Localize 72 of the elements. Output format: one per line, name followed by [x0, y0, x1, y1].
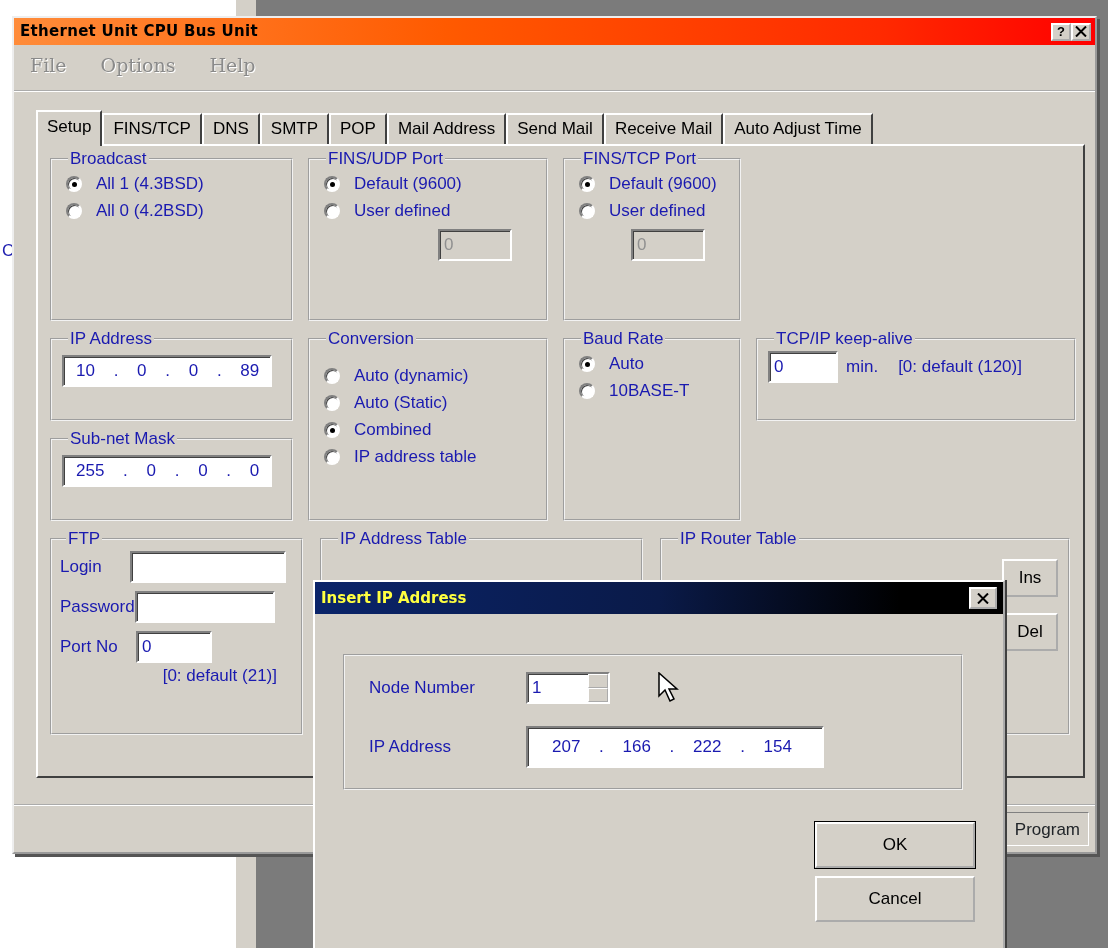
close-button[interactable] — [969, 587, 997, 609]
tab[interactable]: Receive Mail — [603, 112, 724, 144]
input-field[interactable]: 0 — [768, 350, 838, 383]
ip-address-field[interactable]: 10 . 0 . 0 . 89 — [62, 354, 272, 387]
mouse-pointer-icon — [658, 672, 680, 704]
radio-label: Combined — [354, 419, 432, 442]
tab[interactable]: DNS — [201, 112, 260, 144]
group-label: Broadcast — [69, 148, 148, 169]
group-label: FINS/UDP Port — [327, 148, 444, 169]
hint-text: [0: default (120)] — [898, 355, 1022, 378]
input-field[interactable]: 0 — [136, 630, 212, 663]
radio-button[interactable] — [579, 356, 595, 372]
group-label: FTP — [67, 528, 102, 549]
ip-address-field[interactable]: 255 . 0 . 0 . 0 — [62, 454, 272, 487]
radio-button[interactable] — [324, 422, 340, 438]
tab[interactable]: FINS/TCP — [102, 112, 202, 144]
group-label: IP Router Table — [679, 528, 798, 549]
hint-text: [0: default (21)] — [161, 664, 278, 687]
spinner-arrows-icon — [588, 674, 608, 702]
radio-button[interactable] — [324, 203, 340, 219]
field-label: IP Address — [369, 736, 452, 759]
radio-label: Auto (dynamic) — [354, 365, 469, 388]
radio-button[interactable] — [579, 383, 595, 399]
tab[interactable]: Mail Address — [386, 112, 507, 144]
group-label: Conversion — [327, 328, 415, 349]
table-button[interactable]: Ins — [1002, 558, 1058, 597]
radio-button[interactable] — [324, 368, 340, 384]
tab[interactable]: Auto Adjust Time — [723, 112, 873, 144]
field-label: Port No — [60, 635, 119, 658]
radio-label: All 1 (4.3BSD) — [96, 173, 204, 196]
tab[interactable]: Send Mail — [506, 112, 604, 144]
field-label: Login — [60, 555, 103, 578]
group-label: FINS/TCP Port — [582, 148, 698, 169]
group-label: IP Address Table — [339, 528, 468, 549]
dialog-button[interactable]: Cancel — [815, 876, 975, 922]
input-field[interactable] — [130, 550, 286, 583]
radio-label: All 0 (4.2BSD) — [96, 200, 204, 223]
window-title: Ethernet Unit CPU Bus Unit — [20, 21, 258, 43]
password-field[interactable] — [134, 590, 275, 623]
radio-label: Default (9600) — [354, 173, 462, 196]
close-icon — [977, 592, 989, 604]
spinner-field[interactable]: 1 — [526, 672, 610, 704]
radio-button[interactable] — [66, 176, 82, 192]
radio-button[interactable] — [66, 203, 82, 219]
tab[interactable]: Setup — [36, 109, 103, 146]
radio-button[interactable] — [324, 176, 340, 192]
close-icon — [1075, 26, 1087, 37]
unit-label: min. — [846, 355, 879, 378]
help-button[interactable]: ? — [1051, 22, 1071, 41]
group-label: IP Address — [69, 328, 153, 349]
radio-label: IP address table — [354, 446, 477, 469]
field-label: Node Number — [369, 677, 476, 700]
dialog-button[interactable]: OK — [815, 822, 975, 868]
tab[interactable]: SMTP — [259, 112, 330, 144]
dialog-title: Insert IP Address — [321, 587, 467, 609]
radio-button[interactable] — [324, 449, 340, 465]
radio-button[interactable] — [579, 203, 595, 219]
tab[interactable]: POP — [329, 112, 387, 144]
radio-label: User defined — [609, 200, 706, 223]
radio-label: Auto (Static) — [354, 392, 448, 415]
group-label: Sub-net Mask — [69, 428, 176, 449]
radio-button[interactable] — [324, 395, 340, 411]
group-label: TCP/IP keep-alive — [775, 328, 914, 349]
ip-address-field[interactable]: 207 . 166 . 222 . 154 — [526, 726, 824, 768]
group-label: Baud Rate — [582, 328, 665, 349]
radio-label: Default (9600) — [609, 173, 717, 196]
radio-label: Auto — [609, 353, 644, 376]
radio-label: User defined — [354, 200, 451, 223]
radio-label: 10BASE-T — [609, 380, 690, 403]
field-label: Password — [60, 595, 135, 618]
radio-button[interactable] — [579, 176, 595, 192]
close-button[interactable] — [1071, 22, 1091, 41]
